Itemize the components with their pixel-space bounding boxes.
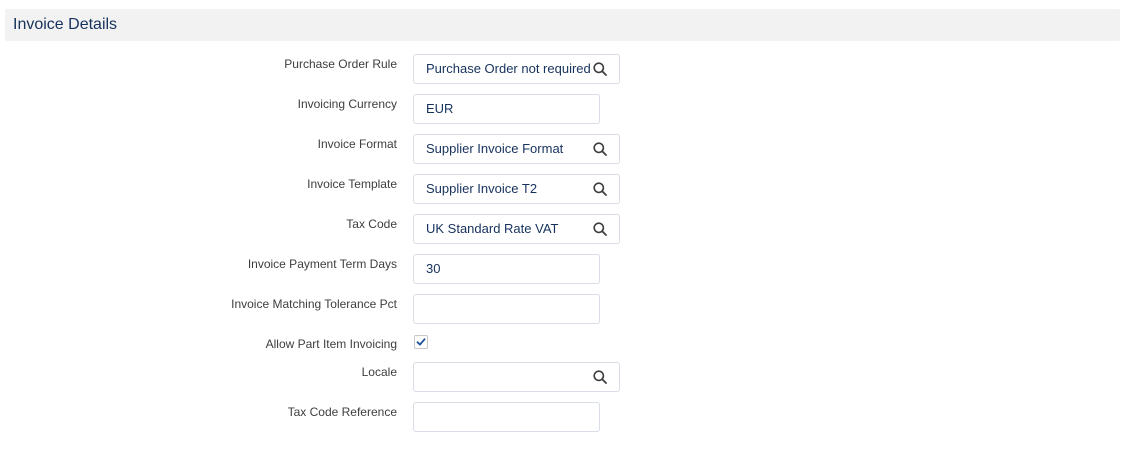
tax-code-reference-label: Tax Code Reference xyxy=(287,405,397,419)
field-row-invoice-matching-tolerance-pct: Invoice Matching Tolerance Pct xyxy=(0,294,1125,334)
field-row-invoice-payment-term-days: Invoice Payment Term Days 30 xyxy=(0,254,1125,294)
field-row-invoicing-currency: Invoicing Currency EUR xyxy=(0,94,1125,134)
locale-label: Locale xyxy=(361,365,397,379)
purchase-order-rule-input[interactable]: Purchase Order not required xyxy=(413,54,620,84)
purchase-order-rule-label: Purchase Order Rule xyxy=(284,57,397,71)
field-row-locale: Locale xyxy=(0,362,1125,402)
invoice-matching-tolerance-pct-input[interactable] xyxy=(413,294,600,324)
tax-code-input[interactable]: UK Standard Rate VAT xyxy=(413,214,620,244)
field-row-tax-code-reference: Tax Code Reference xyxy=(0,402,1125,442)
invoice-payment-term-days-label: Invoice Payment Term Days xyxy=(247,257,397,271)
invoicing-currency-label: Invoicing Currency xyxy=(297,97,397,111)
field-row-purchase-order-rule: Purchase Order Rule Purchase Order not r… xyxy=(0,54,1125,94)
search-icon[interactable] xyxy=(593,370,607,384)
field-row-tax-code: Tax Code UK Standard Rate VAT xyxy=(0,214,1125,254)
section-header[interactable]: Invoice Details xyxy=(5,9,1120,41)
tax-code-reference-input[interactable] xyxy=(413,402,600,432)
invoice-format-input[interactable]: Supplier Invoice Format xyxy=(413,134,620,164)
allow-part-item-invoicing-checkbox[interactable] xyxy=(414,335,428,349)
invoicing-currency-input[interactable]: EUR xyxy=(413,94,600,124)
invoice-matching-tolerance-pct-label: Invoice Matching Tolerance Pct xyxy=(231,297,397,311)
search-icon[interactable] xyxy=(593,222,607,236)
search-icon[interactable] xyxy=(593,62,607,76)
invoice-payment-term-days-input[interactable]: 30 xyxy=(413,254,600,284)
invoice-template-input[interactable]: Supplier Invoice T2 xyxy=(413,174,620,204)
invoice-template-label: Invoice Template xyxy=(307,177,397,191)
invoice-format-label: Invoice Format xyxy=(317,137,397,151)
field-row-invoice-template: Invoice Template Supplier Invoice T2 xyxy=(0,174,1125,214)
locale-input[interactable] xyxy=(413,362,620,392)
invoice-details-section: Invoice Details Purchase Order Rule Purc… xyxy=(0,0,1125,450)
checkmark-icon xyxy=(416,338,426,346)
tax-code-label: Tax Code xyxy=(346,217,397,231)
search-icon[interactable] xyxy=(593,182,607,196)
allow-part-item-invoicing-label: Allow Part Item Invoicing xyxy=(265,337,397,351)
section-title: Invoice Details xyxy=(13,16,118,33)
field-row-invoice-format: Invoice Format Supplier Invoice Format xyxy=(0,134,1125,174)
search-icon[interactable] xyxy=(593,142,607,156)
